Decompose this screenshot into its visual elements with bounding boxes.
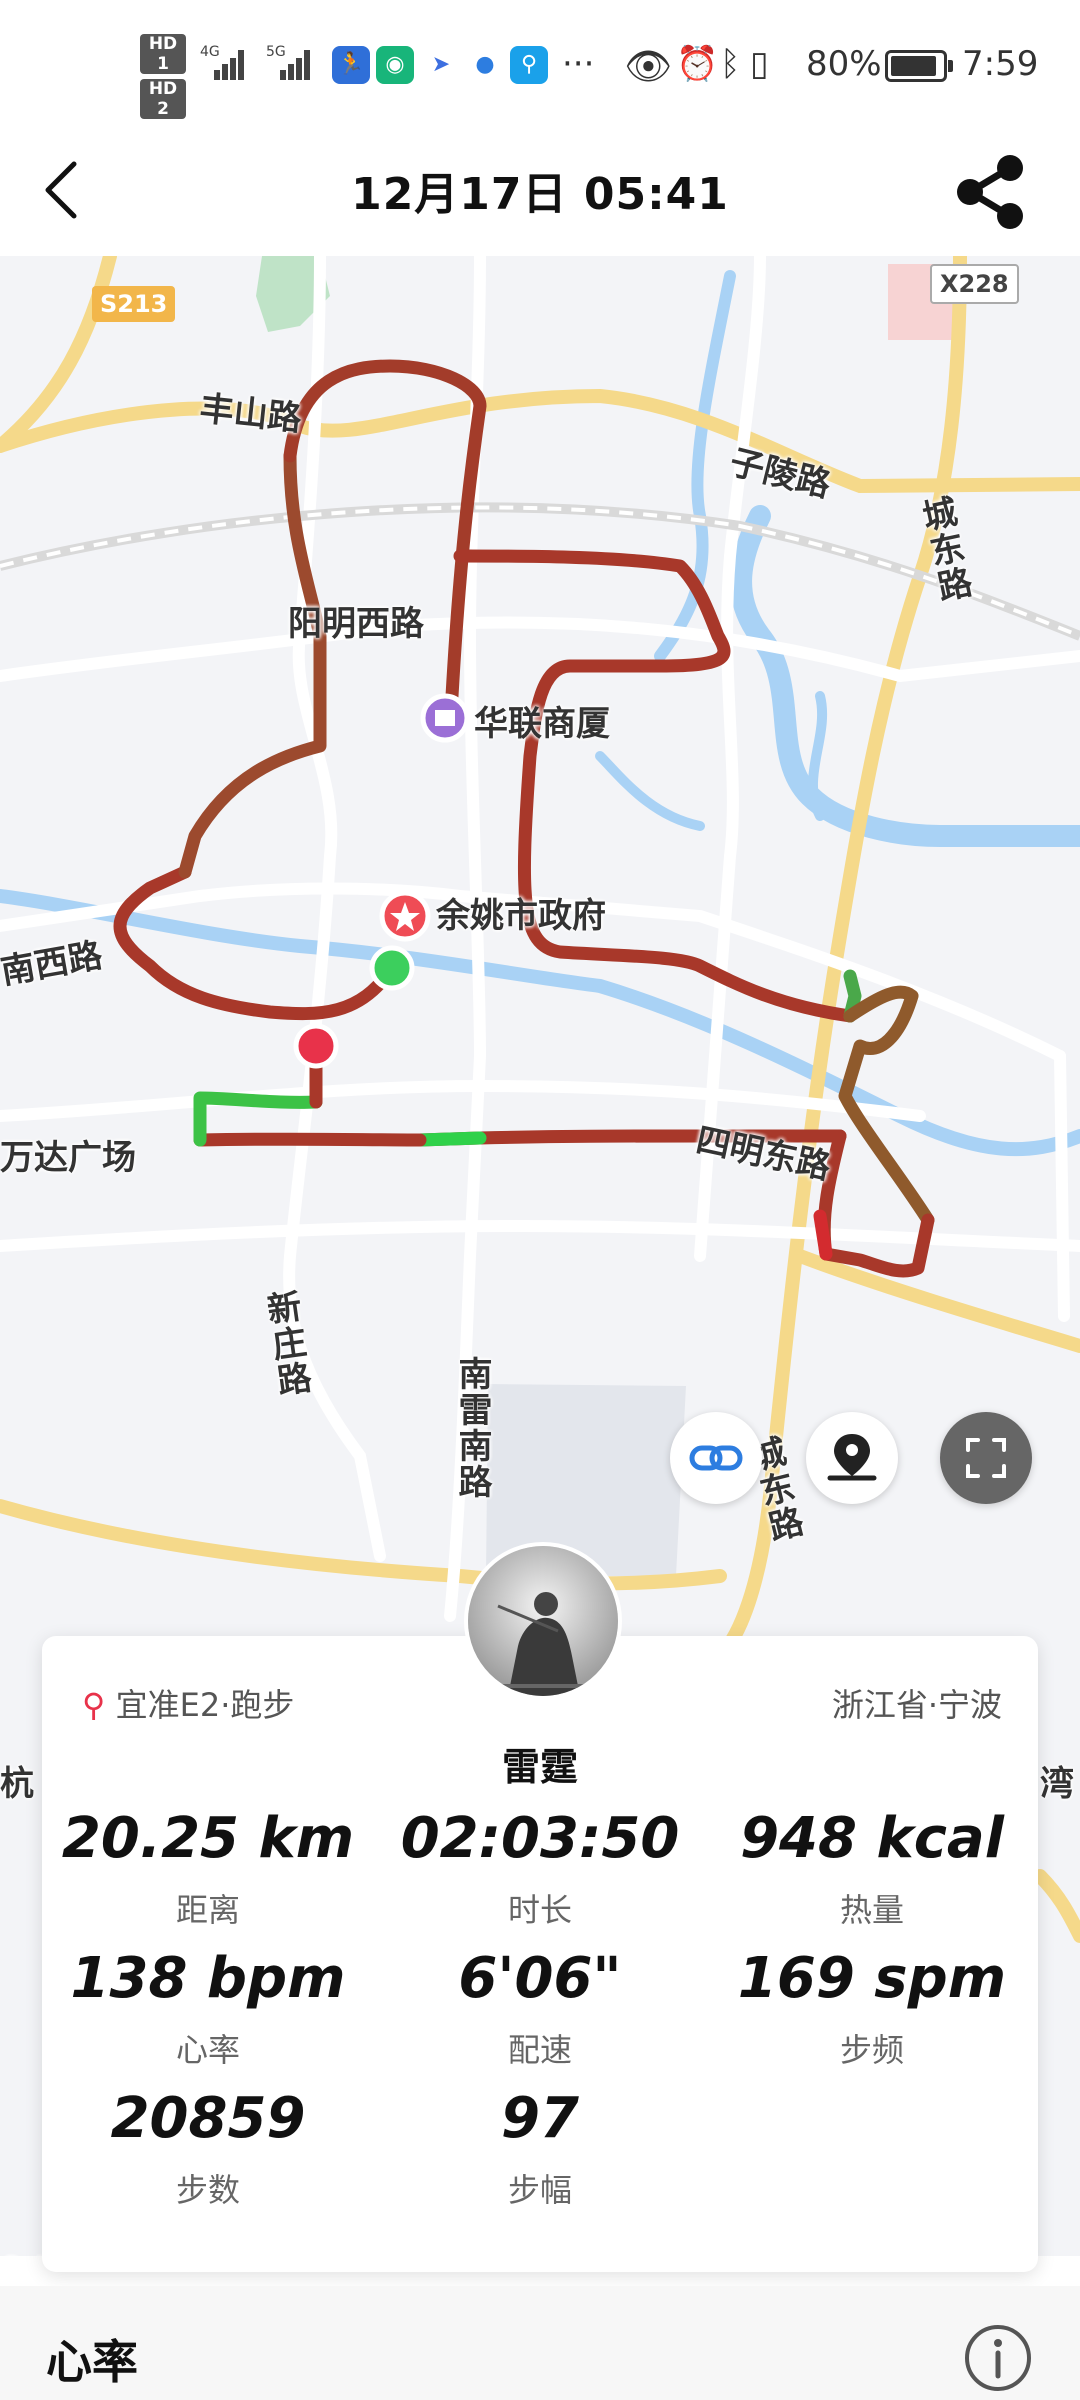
stat-label: 热量 bbox=[839, 1891, 904, 1929]
vibrate-icon: ▯ bbox=[750, 44, 769, 84]
bluetooth-icon: ᛒ bbox=[720, 44, 741, 84]
link-icon bbox=[689, 1445, 743, 1471]
heart-rate-section: 心率 bbox=[0, 2286, 1080, 2400]
stat-label: 时长 bbox=[507, 1891, 572, 1929]
app-search-icon: ⚲ bbox=[510, 46, 548, 84]
expand-icon bbox=[966, 1438, 1006, 1478]
hd2-badge: HD 2 bbox=[140, 79, 186, 119]
username: 雷霆 bbox=[501, 1745, 578, 1789]
stat-value: 20.25 km bbox=[61, 1806, 355, 1871]
stat-value: 6'06" bbox=[458, 1946, 622, 2011]
road-label-fengshan: 丰山路 bbox=[197, 388, 304, 440]
stat-duration: 02:03:50 时长 bbox=[374, 1806, 706, 1931]
location-button[interactable] bbox=[806, 1412, 898, 1504]
alarm-icon: ⏰ bbox=[676, 44, 719, 84]
stat-distance: 20.25 km 距离 bbox=[42, 1806, 374, 1931]
poi-label-hualian: 华联商厦 bbox=[474, 704, 610, 744]
device-pin-icon: ⚲ bbox=[82, 1686, 106, 1724]
road-shield-s213: S213 bbox=[92, 286, 176, 322]
avatar-image bbox=[468, 1546, 618, 1696]
eye-icon: 👁 bbox=[624, 44, 673, 88]
stat-label: 步幅 bbox=[507, 2171, 572, 2209]
clock: 7:59 bbox=[962, 44, 1039, 84]
stat-pace: 6'06" 配速 bbox=[374, 1946, 706, 2071]
stat-value: 02:03:50 bbox=[400, 1806, 680, 1871]
stat-value: 138 bpm bbox=[70, 1946, 346, 2011]
avatar[interactable] bbox=[464, 1542, 622, 1700]
route-start-marker bbox=[369, 945, 415, 991]
stat-value: 20859 bbox=[110, 2086, 306, 2151]
road-label-nanlei-south: 南雷南路 bbox=[452, 1356, 492, 1500]
stat-steps: 20859 步数 bbox=[42, 2086, 374, 2211]
map-label-wan: 湾 bbox=[1040, 1764, 1074, 1804]
stat-label: 心率 bbox=[175, 2031, 240, 2069]
route-end-marker bbox=[293, 1023, 339, 1069]
stat-label: 配速 bbox=[507, 2031, 572, 2069]
poi-label-wanda: 万达广场 bbox=[0, 1138, 136, 1178]
link-button[interactable] bbox=[670, 1412, 762, 1504]
app-globe-icon: ● bbox=[475, 52, 495, 77]
share-icon[interactable] bbox=[950, 146, 1030, 236]
stat-value: 948 kcal bbox=[740, 1806, 1004, 1871]
more-notifications: ··· bbox=[562, 44, 595, 84]
stat-calories: 948 kcal 热量 bbox=[706, 1806, 1038, 1931]
battery-percent: 80% bbox=[806, 44, 882, 84]
map-label-hang: 杭 bbox=[0, 1764, 34, 1804]
page-title: 12月17日 05:41 bbox=[351, 169, 729, 220]
section-title: 心率 bbox=[46, 2335, 138, 2389]
location-pin-icon bbox=[827, 1434, 877, 1481]
stat-value: 169 spm bbox=[737, 1946, 1007, 2011]
workout-location: 浙江省·宁波 bbox=[831, 1686, 1002, 1724]
battery-icon bbox=[885, 50, 953, 82]
stat-label: 步频 bbox=[839, 2031, 904, 2069]
app-map-icon: ◉ bbox=[376, 46, 414, 84]
status-bar: HD 1 HD 2 4G 5G 🏃 ◉ ➤ ● ⚲ ··· 👁 ⏰ ᛒ ▯ 80… bbox=[0, 0, 1080, 130]
device-label: 宜准E2·跑步 bbox=[115, 1686, 295, 1724]
header: 12月17日 05:41 bbox=[0, 130, 1080, 256]
hd-indicator: HD 1 HD 2 bbox=[140, 34, 190, 124]
stat-heart-rate: 138 bpm 心率 bbox=[42, 1946, 374, 2071]
signal-4g-icon: 4G bbox=[200, 44, 246, 80]
device-sport: ⚲ 宜准E2·跑步 bbox=[82, 1680, 294, 1726]
stat-label: 距离 bbox=[175, 1891, 240, 1929]
stat-stride: 97 步幅 bbox=[374, 2086, 706, 2211]
app-send-icon: ➤ bbox=[431, 52, 451, 77]
info-icon[interactable] bbox=[962, 2322, 1034, 2394]
hd1-badge: HD 1 bbox=[140, 34, 186, 74]
road-label-yangming-west: 阳明西路 bbox=[288, 604, 424, 644]
stat-value: 97 bbox=[501, 2086, 579, 2151]
signal-5g-icon: 5G bbox=[266, 44, 312, 80]
app-running-icon: 🏃 bbox=[332, 46, 370, 84]
stat-label: 步数 bbox=[175, 2171, 240, 2209]
fullscreen-button[interactable] bbox=[940, 1412, 1032, 1504]
road-shield-x228: X228 bbox=[930, 264, 1019, 304]
stat-cadence: 169 spm 步频 bbox=[706, 1946, 1038, 2071]
poi-label-government: 余姚市政府 bbox=[436, 896, 606, 936]
workout-summary-card: ⚲ 宜准E2·跑步 浙江省·宁波 雷霆 20.25 km 距离 02:03:50… bbox=[42, 1636, 1038, 2272]
